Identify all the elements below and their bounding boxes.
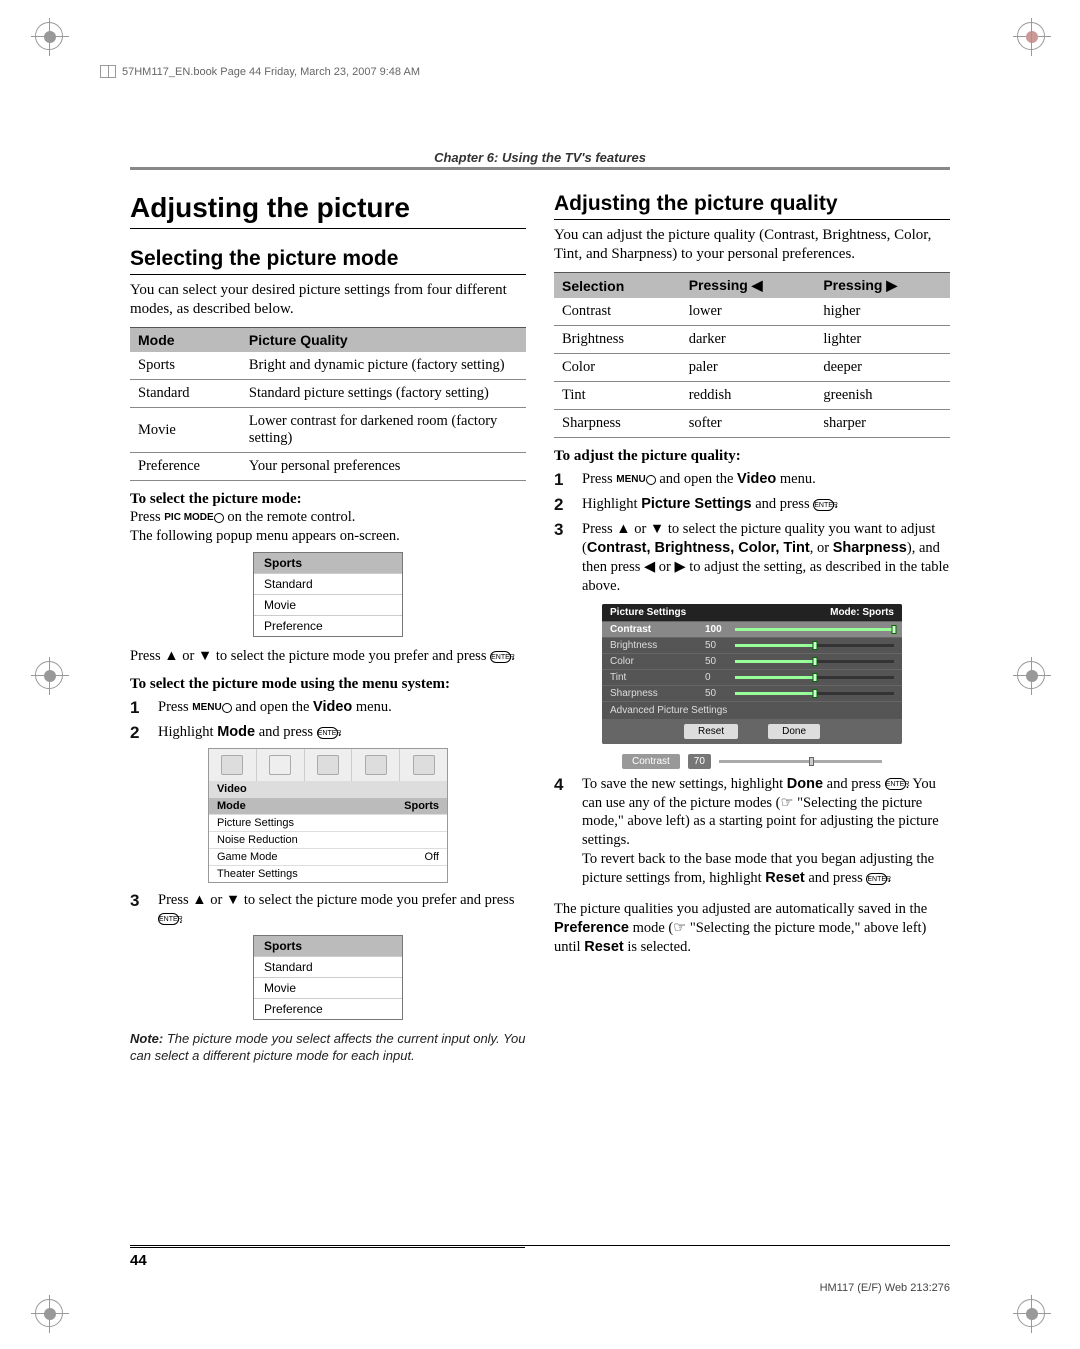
table-row: Sharpnesssoftersharper [554, 410, 950, 438]
crop-mark [35, 1299, 63, 1327]
left-column: Adjusting the picture Selecting the pict… [130, 192, 526, 1065]
button-icon [222, 703, 232, 713]
intro-text: You can select your desired picture sett… [130, 281, 526, 319]
step-3: 3 Press ▲ or ▼ to select the picture mod… [130, 891, 526, 929]
step-3: 3 Press ▲ or ▼ to select the picture qua… [554, 520, 950, 595]
chapter-heading: Chapter 6: Using the TV's features [130, 150, 950, 173]
chapter-text: Chapter 6: Using the TV's features [434, 150, 646, 165]
table-row: Brightnessdarkerlighter [554, 326, 950, 354]
menu-row: Noise Reduction [209, 831, 447, 848]
ps-row: Color50 [602, 653, 902, 669]
press-picmode: Press PIC MODE on the remote control. [130, 508, 526, 527]
crop-mark [35, 22, 63, 50]
press-updown: Press ▲ or ▼ to select the picture mode … [130, 647, 526, 666]
crop-mark [1017, 22, 1045, 50]
menu-button-label: MENU [192, 702, 221, 713]
step-1: 1 Press MENU and open the Video menu. [130, 698, 526, 718]
page-number: 44 [130, 1247, 525, 1269]
popup-menu: Sports Standard Movie Preference [253, 552, 403, 637]
footer-code: HM117 (E/F) Web 213:276 [820, 1282, 950, 1294]
print-header-text: 57HM117_EN.book Page 44 Friday, March 23… [122, 66, 420, 78]
table-row: SportsBright and dynamic picture (factor… [130, 352, 526, 380]
crop-mark [1017, 661, 1045, 689]
intro-text: You can adjust the picture quality (Cont… [554, 226, 950, 264]
to-select-heading: To select the picture mode: [130, 491, 526, 508]
th-mode: Mode [130, 328, 241, 353]
menu-button-label: MENU [616, 475, 645, 486]
popup-item: Preference [254, 999, 402, 1019]
enter-button-icon: ENTER [885, 778, 906, 790]
tab-icon [317, 755, 339, 775]
ps-row: Contrast100 [602, 621, 902, 637]
picture-settings-panel: Picture SettingsMode: Sports Contrast100… [602, 604, 902, 744]
table-row: MovieLower contrast for darkened room (f… [130, 408, 526, 453]
subsection-title: Adjusting the picture quality [554, 192, 950, 220]
menu-row: Theater Settings [209, 865, 447, 882]
popup-item: Sports [254, 936, 402, 957]
crop-mark [1017, 1299, 1045, 1327]
tab-icon [221, 755, 243, 775]
tab-icon [269, 755, 291, 775]
print-job-header: 57HM117_EN.book Page 44 Friday, March 23… [100, 65, 420, 78]
enter-button-icon: ENTER [490, 651, 511, 663]
table-row: Contrastlowerhigher [554, 298, 950, 326]
to-adjust-heading: To adjust the picture quality: [554, 448, 950, 465]
enter-button-icon: ENTER [158, 913, 179, 925]
picmode-button-label: PIC MODE [164, 513, 213, 524]
quality-table: Selection Pressing ◀ Pressing ▶ Contrast… [554, 272, 950, 438]
detached-slider: Contrast 70 [622, 754, 882, 769]
table-row: Colorpalerdeeper [554, 354, 950, 382]
popup-menu-2: Sports Standard Movie Preference [253, 935, 403, 1020]
step-2: 2 Highlight Mode and press ENTER. [130, 723, 526, 743]
enter-button-icon: ENTER [317, 727, 338, 739]
menu-row: ModeSports [209, 797, 447, 814]
reset-button: Reset [684, 724, 738, 739]
step-1: 1 Press MENU and open the Video menu. [554, 470, 950, 490]
ps-row: Sharpness50 [602, 685, 902, 701]
popup-item: Preference [254, 616, 402, 636]
enter-button-icon: ENTER [813, 499, 834, 511]
crop-mark [35, 661, 63, 689]
popup-item: Standard [254, 574, 402, 595]
tail-paragraph: The picture qualities you adjusted are a… [554, 900, 950, 957]
th-quality: Picture Quality [241, 328, 526, 353]
popup-appears: The following popup menu appears on-scre… [130, 527, 526, 546]
tab-icon [413, 755, 435, 775]
button-icon [646, 475, 656, 485]
enter-button-icon: ENTER [866, 873, 887, 885]
table-row: StandardStandard picture settings (facto… [130, 380, 526, 408]
step-2: 2 Highlight Picture Settings and press E… [554, 495, 950, 515]
to-select-menu-heading: To select the picture mode using the men… [130, 676, 526, 693]
tab-icon [365, 755, 387, 775]
ps-advanced: Advanced Picture Settings [602, 701, 902, 719]
ps-row: Tint0 [602, 669, 902, 685]
video-menu-title: Video [209, 781, 447, 797]
step-4: 4 To save the new settings, highlight Do… [554, 775, 950, 888]
section-title: Adjusting the picture [130, 192, 526, 229]
note-block: Note: The picture mode you select affect… [130, 1030, 526, 1065]
table-row: PreferenceYour personal preferences [130, 453, 526, 481]
menu-row: Picture Settings [209, 814, 447, 831]
book-icon [100, 65, 116, 78]
menu-row: Game ModeOff [209, 848, 447, 865]
mode-table: Mode Picture Quality SportsBright and dy… [130, 327, 526, 481]
popup-item: Movie [254, 595, 402, 616]
video-menu-screenshot: Video ModeSports Picture Settings Noise … [208, 748, 448, 883]
table-row: Tintreddishgreenish [554, 382, 950, 410]
ps-row: Brightness50 [602, 637, 902, 653]
button-icon [214, 513, 224, 523]
popup-item: Sports [254, 553, 402, 574]
popup-item: Standard [254, 957, 402, 978]
done-button: Done [768, 724, 820, 739]
subsection-title: Selecting the picture mode [130, 247, 526, 275]
popup-item: Movie [254, 978, 402, 999]
right-column: Adjusting the picture quality You can ad… [554, 192, 950, 1065]
footer-rule [130, 1245, 950, 1246]
